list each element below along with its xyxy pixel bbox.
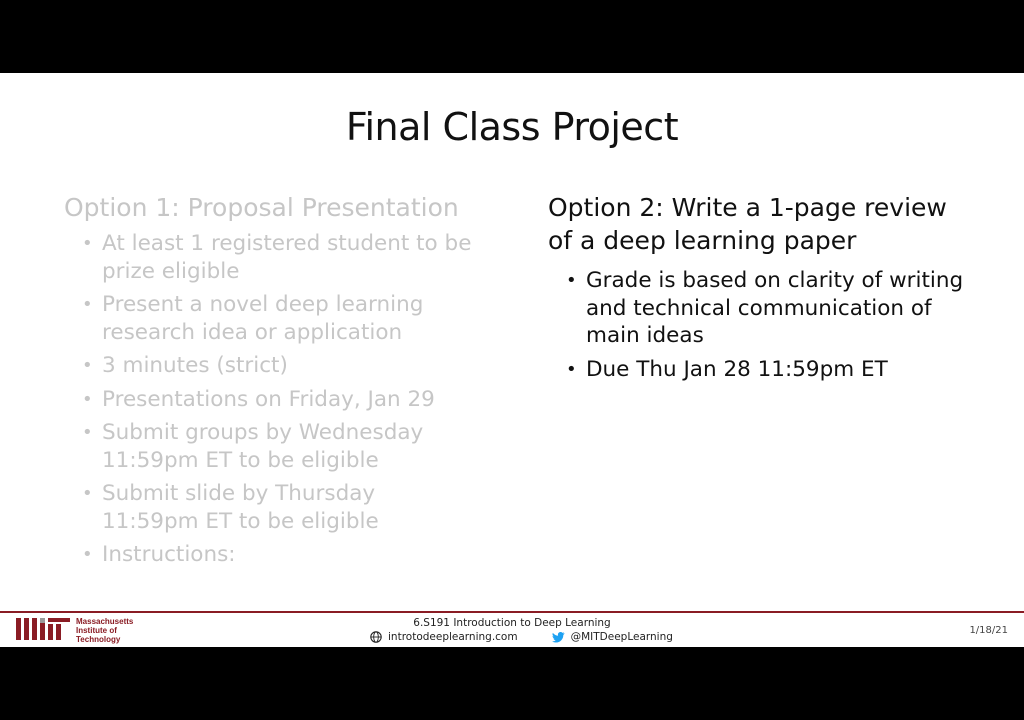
- bullet-icon: •: [82, 355, 93, 376]
- option1-number: Option 1: [64, 193, 172, 222]
- course-title: 6.S191 Introduction to Deep Learning: [413, 617, 611, 629]
- globe-icon: [370, 631, 382, 643]
- twitter-icon: [551, 631, 565, 643]
- bullet-icon: •: [82, 544, 93, 565]
- bullet-icon: •: [82, 388, 93, 410]
- list-item: • Due Thu Jan 28 11:59pm ET: [566, 356, 888, 382]
- option1-bullets: • At least 1 registered student to be pri…: [64, 230, 474, 569]
- slide-title: Final Class Project: [345, 105, 679, 149]
- bullet-icon: •: [82, 483, 93, 504]
- option1-title: : Proposal Presentation: [171, 193, 459, 222]
- option2-heading: Option 2: Write a 1-page review of a dee…: [548, 193, 947, 255]
- list-item: • 3 minutes (strict): [82, 353, 288, 378]
- list-item: • Submit slide by Thursday 11:59pm ET to …: [82, 481, 379, 534]
- list-item: • At least 1 registered student to be pri…: [82, 231, 472, 284]
- bullet-icon: •: [566, 270, 577, 291]
- list-item: • Submit groups by Wednesday 11:59pm ET t…: [82, 420, 424, 473]
- list-item: • Presentations on Friday, Jan 29: [82, 386, 435, 412]
- bullet-icon: •: [82, 422, 93, 443]
- option1-column: Option 1: Proposal Presentation • At leas…: [64, 191, 474, 575]
- option1-heading: Option 1: Proposal Presentation: [64, 191, 474, 224]
- bullet-icon: •: [82, 233, 93, 254]
- bullet-icon: •: [566, 358, 577, 380]
- option2-bullets: • Grade is based on clarity of writing an…: [548, 267, 968, 383]
- footer-divider: [0, 611, 1024, 613]
- list-item: • Instructions:: [82, 542, 236, 567]
- list-item: • Present a novel deep learning research …: [82, 292, 424, 345]
- twitter-handle-link[interactable]: @MITDeepLearning: [571, 631, 673, 643]
- list-item: • Grade is based on clarity of writing an…: [566, 268, 964, 348]
- slide-footer: Massachusetts Institute of Technology 6.…: [0, 611, 1024, 647]
- slide-date: 1/18/21: [969, 625, 1008, 636]
- bullet-icon: •: [82, 294, 93, 315]
- option2-column: Option 2: Write a 1-page review of a dee…: [548, 191, 968, 389]
- website-link[interactable]: introtodeeplearning.com: [388, 631, 518, 643]
- footer-links: introtodeeplearning.com @MITDeepLearning: [370, 631, 673, 643]
- slide: Final Class Project Option 1: Proposal P…: [0, 73, 1024, 647]
